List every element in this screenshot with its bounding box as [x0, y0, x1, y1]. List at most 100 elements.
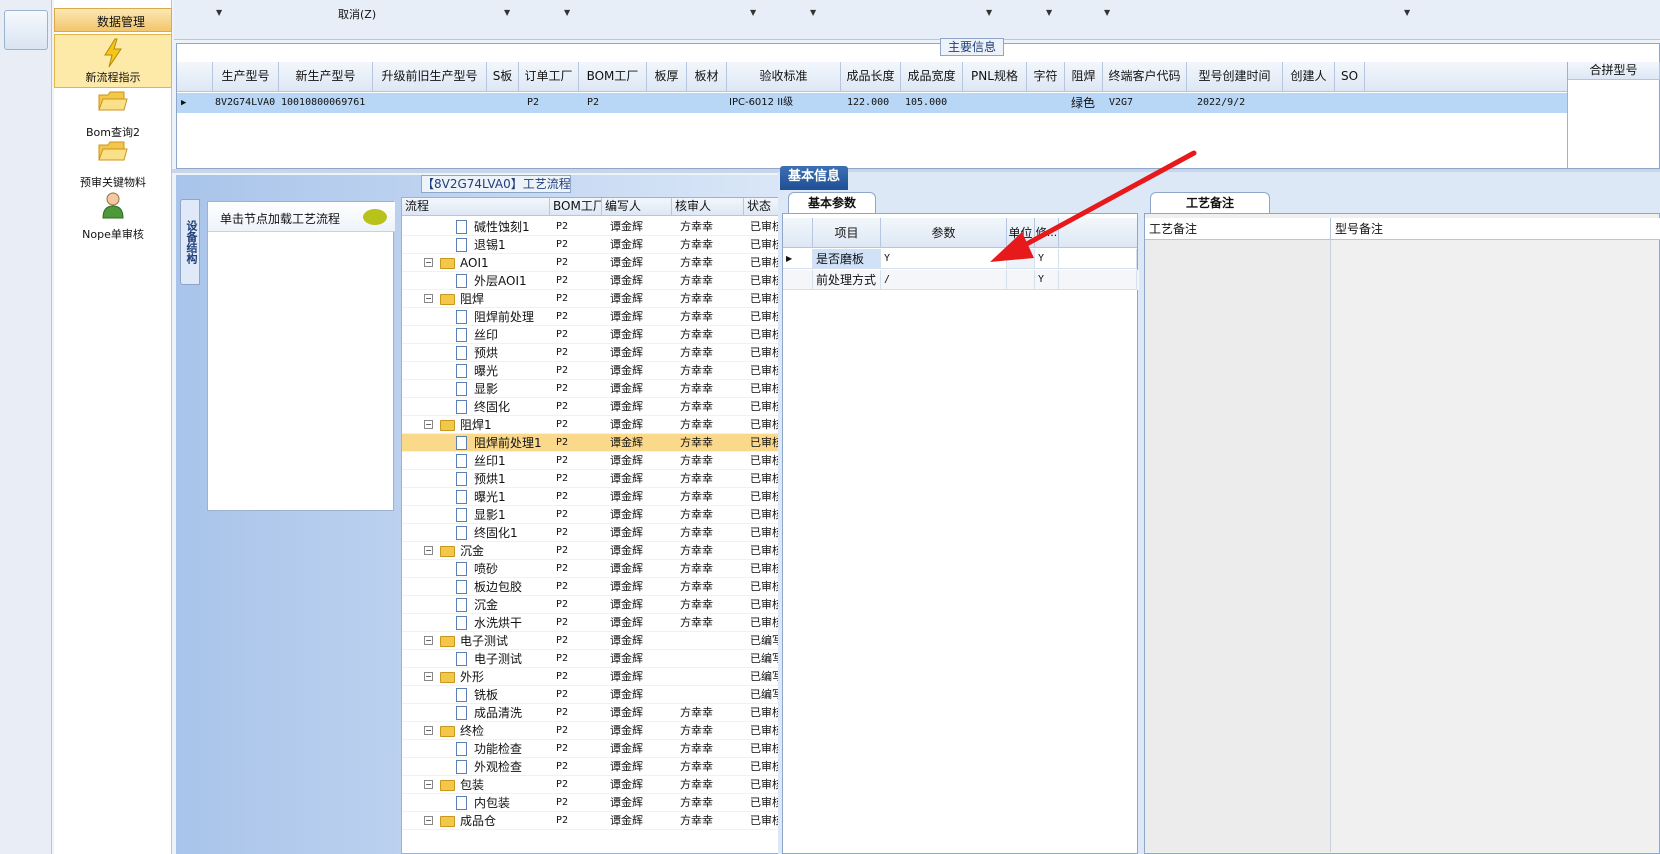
- table-row[interactable]: ▶ 是否磨板 Y Y: [783, 249, 1139, 269]
- table-row[interactable]: ▶ 8V2G74LVA0 10010800069761 P2 P2 IPC-60…: [177, 93, 1567, 113]
- tree-row[interactable]: − 终检 P2 谭金辉 方幸幸 已审核: [402, 722, 802, 740]
- table-cell[interactable]: [487, 93, 519, 113]
- chevron-down-icon[interactable]: ▼: [986, 8, 992, 17]
- column-header[interactable]: 单位: [1007, 218, 1035, 248]
- tree-row[interactable]: 水洗烘干 P2 谭金辉 方幸幸 已审核: [402, 614, 802, 632]
- tree-row[interactable]: − 包装 P2 谭金辉 方幸幸 已审核: [402, 776, 802, 794]
- chevron-down-icon[interactable]: ▼: [216, 8, 222, 17]
- tree-row[interactable]: 碱性蚀刻1 P2 谭金辉 方幸幸 已审核: [402, 218, 802, 236]
- tree-row[interactable]: − 阻焊1 P2 谭金辉 方幸幸 已审核: [402, 416, 802, 434]
- column-header[interactable]: S板: [487, 62, 519, 92]
- tree-row[interactable]: − 阻焊 P2 谭金辉 方幸幸 已审核: [402, 290, 802, 308]
- table-cell[interactable]: [647, 93, 687, 113]
- tree-row[interactable]: 功能检查 P2 谭金辉 方幸幸 已审核: [402, 740, 802, 758]
- table-cell[interactable]: Y: [1035, 270, 1059, 290]
- chevron-down-icon[interactable]: ▼: [1404, 8, 1410, 17]
- collapse-icon[interactable]: −: [424, 780, 433, 789]
- nav-section-header[interactable]: 数据管理: [54, 8, 172, 32]
- table-cell[interactable]: P2: [519, 93, 579, 113]
- column-header[interactable]: 订单工厂: [519, 62, 579, 92]
- collapse-icon[interactable]: −: [424, 420, 433, 429]
- chevron-down-icon[interactable]: ▼: [504, 8, 510, 17]
- tree-row[interactable]: 沉金 P2 谭金辉 方幸幸 已审核: [402, 596, 802, 614]
- table-cell[interactable]: IPC-6012 II级: [727, 93, 841, 113]
- column-header[interactable]: 阻焊: [1065, 62, 1103, 92]
- tab-basic-params[interactable]: 基本参数: [788, 192, 876, 214]
- tree-row[interactable]: 外观检查 P2 谭金辉 方幸幸 已审核: [402, 758, 802, 776]
- chevron-down-icon[interactable]: ▼: [750, 8, 756, 17]
- column-header[interactable]: 字符: [1027, 62, 1065, 92]
- tree-row[interactable]: 丝印1 P2 谭金辉 方幸幸 已审核: [402, 452, 802, 470]
- tree-row[interactable]: − 电子测试 P2 谭金辉 已编写: [402, 632, 802, 650]
- tree-row[interactable]: 成品清洗 P2 谭金辉 方幸幸 已审核: [402, 704, 802, 722]
- table-cell[interactable]: Y: [881, 249, 1007, 269]
- nav-item-preaudit-material[interactable]: 预审关键物料: [54, 138, 172, 192]
- chevron-down-icon[interactable]: ▼: [1104, 8, 1110, 17]
- table-row[interactable]: 前处理方式 / Y: [783, 270, 1139, 290]
- load-flow-button[interactable]: 单击节点加载工艺流程: [208, 202, 395, 232]
- tree-row[interactable]: 外层AOI1 P2 谭金辉 方幸幸 已审核: [402, 272, 802, 290]
- calculator-icon[interactable]: [4, 10, 48, 50]
- tree-row[interactable]: 阻焊前处理 P2 谭金辉 方幸幸 已审核: [402, 308, 802, 326]
- tree-row[interactable]: 丝印 P2 谭金辉 方幸幸 已审核: [402, 326, 802, 344]
- tree-row[interactable]: 终固化 P2 谭金辉 方幸幸 已审核: [402, 398, 802, 416]
- table-cell[interactable]: 122.000: [841, 93, 901, 113]
- table-cell[interactable]: [1335, 93, 1365, 113]
- column-header[interactable]: 修...: [1035, 218, 1059, 248]
- table-cell[interactable]: [1007, 270, 1035, 290]
- table-cell[interactable]: /: [881, 270, 1007, 290]
- tree-row[interactable]: − 成品仓 P2 谭金辉 方幸幸 已审核: [402, 812, 802, 830]
- column-header[interactable]: 成品长度: [841, 62, 901, 92]
- table-cell[interactable]: V2G7: [1103, 93, 1187, 113]
- collapse-icon[interactable]: −: [424, 546, 433, 555]
- column-header[interactable]: 验收标准: [727, 62, 841, 92]
- tree-row[interactable]: 预烘 P2 谭金辉 方幸幸 已审核: [402, 344, 802, 362]
- collapse-icon[interactable]: −: [424, 816, 433, 825]
- column-header[interactable]: BOM工厂: [579, 62, 647, 92]
- tree-row[interactable]: − 外形 P2 谭金辉 已编写: [402, 668, 802, 686]
- table-cell[interactable]: 是否磨板: [813, 249, 881, 269]
- column-header[interactable]: 升级前旧生产型号: [373, 62, 487, 92]
- table-cell[interactable]: 105.000: [901, 93, 963, 113]
- column-header[interactable]: 参数: [881, 218, 1007, 248]
- tree-row[interactable]: 显影 P2 谭金辉 方幸幸 已审核: [402, 380, 802, 398]
- column-header[interactable]: 核审人: [672, 198, 744, 216]
- table-cell[interactable]: [373, 93, 487, 113]
- model-notes-header[interactable]: 型号备注: [1331, 218, 1660, 240]
- tab-basic-info[interactable]: 基本信息: [780, 166, 848, 190]
- tree-row[interactable]: 内包装 P2 谭金辉 方幸幸 已审核: [402, 794, 802, 812]
- table-cell[interactable]: 前处理方式: [813, 270, 881, 290]
- tree-row[interactable]: 预烘1 P2 谭金辉 方幸幸 已审核: [402, 470, 802, 488]
- process-notes-box[interactable]: [1145, 240, 1331, 852]
- column-header[interactable]: 板材: [687, 62, 727, 92]
- tree-row[interactable]: 阻焊前处理1 P2 谭金辉 方幸幸 已审核: [402, 434, 802, 452]
- column-header[interactable]: SO: [1335, 62, 1365, 92]
- table-cell[interactable]: [1007, 249, 1035, 269]
- tree-row[interactable]: 终固化1 P2 谭金辉 方幸幸 已审核: [402, 524, 802, 542]
- column-header[interactable]: 新生产型号: [279, 62, 373, 92]
- table-cell[interactable]: 2022/9/2: [1187, 93, 1283, 113]
- column-header[interactable]: 成品宽度: [901, 62, 963, 92]
- tree-row[interactable]: − AOI1 P2 谭金辉 方幸幸 已审核: [402, 254, 802, 272]
- tree-row[interactable]: 板边包胶 P2 谭金辉 方幸幸 已审核: [402, 578, 802, 596]
- table-cell[interactable]: [1027, 93, 1065, 113]
- table-cell[interactable]: Y: [1035, 249, 1059, 269]
- column-header[interactable]: 终端客户代码: [1103, 62, 1187, 92]
- column-header[interactable]: 生产型号: [213, 62, 279, 92]
- table-cell[interactable]: 10010800069761: [279, 93, 373, 113]
- column-header[interactable]: PNL规格: [963, 62, 1027, 92]
- chevron-down-icon[interactable]: ▼: [810, 8, 816, 17]
- tree-row[interactable]: 电子测试 P2 谭金辉 已编写: [402, 650, 802, 668]
- nav-item-new-flow[interactable]: 新流程指示: [54, 34, 172, 88]
- column-header[interactable]: 编写人: [602, 198, 672, 216]
- nav-item-bom-query[interactable]: Bom查询2: [54, 88, 172, 142]
- table-cell[interactable]: [687, 93, 727, 113]
- merge-model-header[interactable]: 合拼型号: [1568, 62, 1660, 80]
- column-header[interactable]: 流程: [402, 198, 550, 216]
- tree-row[interactable]: − 沉金 P2 谭金辉 方幸幸 已审核: [402, 542, 802, 560]
- collapse-icon[interactable]: −: [424, 636, 433, 645]
- equipment-structure-tab[interactable]: 设备结构: [180, 199, 200, 285]
- collapse-icon[interactable]: −: [424, 294, 433, 303]
- tree-row[interactable]: 喷砂 P2 谭金辉 方幸幸 已审核: [402, 560, 802, 578]
- column-header[interactable]: 型号创建时间: [1187, 62, 1283, 92]
